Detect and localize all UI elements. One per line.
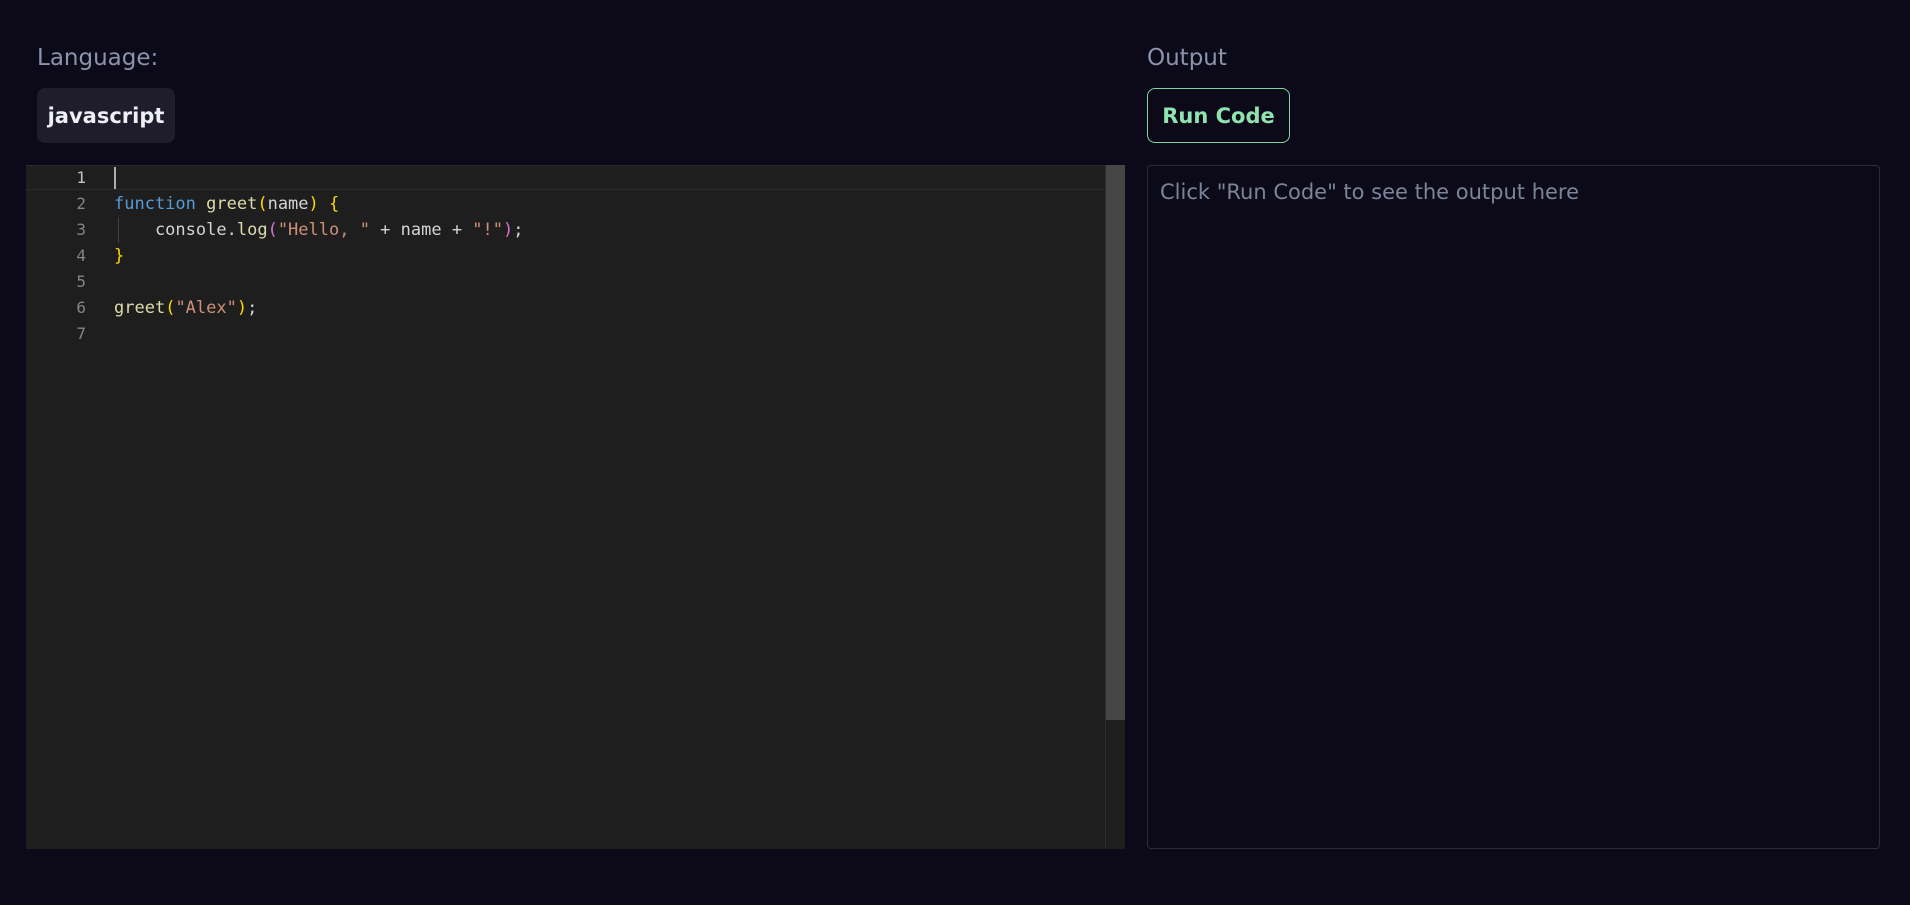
line-number: 2 (76, 194, 86, 213)
line-number: 3 (76, 220, 86, 239)
code-token: function (114, 194, 196, 214)
code-token: ; (513, 220, 524, 240)
line-number: 7 (76, 324, 86, 343)
code-line[interactable]: function greet(name) { (114, 191, 339, 217)
language-select-button[interactable]: javascript (37, 88, 175, 143)
code-token: console (114, 220, 227, 240)
output-panel: Click "Run Code" to see the output here (1147, 165, 1880, 849)
app-root: Language: javascript Output Run Code 1 2 3… (0, 0, 1910, 905)
run-code-button[interactable]: Run Code (1147, 88, 1290, 143)
code-line[interactable]: } (114, 243, 124, 269)
code-token: ( (257, 194, 268, 214)
code-token: greet (206, 194, 258, 214)
code-token: "Hello, " (277, 220, 370, 240)
current-line-highlight (26, 165, 1105, 190)
editor-scrollbar-thumb[interactable] (1106, 165, 1125, 720)
line-number: 1 (76, 168, 86, 187)
line-number: 5 (76, 272, 86, 291)
code-token: ( (165, 298, 176, 318)
line-number: 6 (76, 298, 86, 317)
code-token: log (236, 220, 268, 240)
code-line[interactable]: console.log("Hello, " + name + "!"); (114, 217, 524, 243)
code-editor[interactable]: 1234567 function greet(name) { console.l… (26, 165, 1125, 849)
code-token: greet (114, 298, 166, 318)
code-token: ( (267, 220, 278, 240)
code-token: ; (247, 298, 258, 318)
code-token: . (226, 220, 237, 240)
line-number: 4 (76, 246, 86, 265)
output-label: Output (1147, 45, 1227, 71)
code-token: { (329, 194, 340, 214)
code-token: } (114, 246, 125, 266)
language-label: Language: (37, 45, 159, 71)
code-line[interactable]: greet("Alex"); (114, 295, 257, 321)
code-token: ) (236, 298, 248, 318)
code-token: "!" (472, 220, 504, 240)
code-token: + name + (369, 220, 473, 240)
code-token: ) (308, 194, 319, 214)
code-token: "Alex" (175, 298, 237, 318)
output-placeholder-text: Click "Run Code" to see the output here (1160, 180, 1580, 204)
code-token: ) (503, 220, 514, 240)
text-cursor (114, 167, 116, 189)
code-token: name (267, 194, 309, 214)
